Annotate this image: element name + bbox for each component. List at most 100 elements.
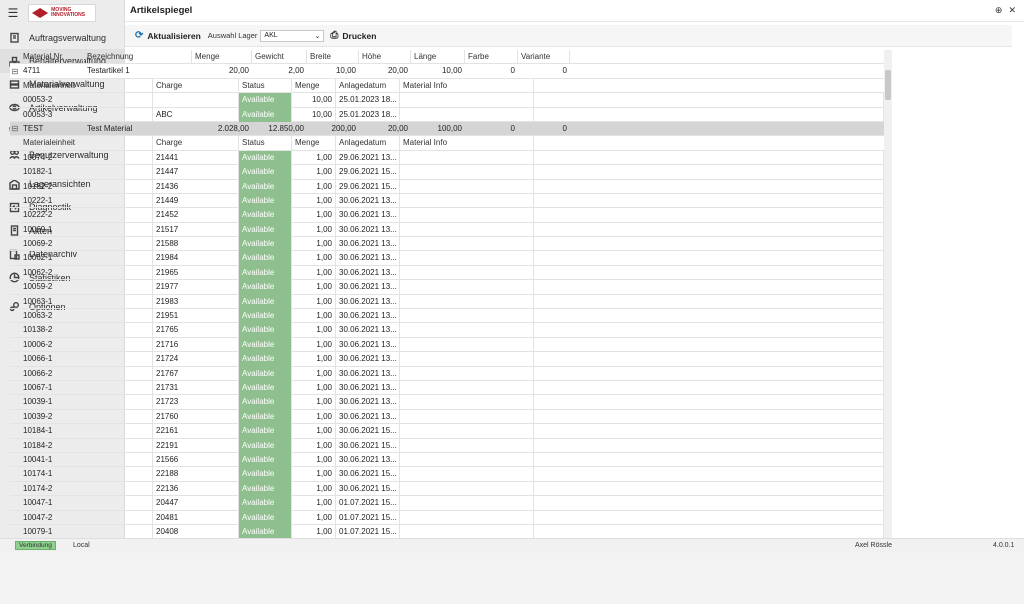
detail-row[interactable]: 10063-2 21951 Available 1,00 30.06.2021 13..… [10,309,884,324]
grid-cell: 12.850,00 [268,123,304,133]
grid-cell: 21716 [153,337,239,353]
grid-cell: 21447 [153,165,239,180]
master-header-row: Material Nr. Bezeichnung Menge Gewicht Breit… [10,50,884,65]
grid-cell: 10182-2 [20,179,153,194]
grid-cell [400,179,534,194]
detail-row[interactable]: 10222-1 21449 Available 1,00 30.06.2021 13..… [10,193,884,209]
grid-cell: 30.06.2021 13... [336,208,400,223]
grid-cell [534,510,884,525]
refresh-button[interactable]: ⟳ Aktualisieren [135,30,201,41]
detail-row[interactable]: 10074-2 21441 Available 1,00 29.06.2021 13..… [10,150,884,166]
grid-cell: 10138-2 [20,323,153,338]
grid-cell: 30.06.2021 13... [336,337,400,353]
detail-row[interactable]: 10174-2 22136 Available 1,00 30.06.2021 15..… [10,481,884,497]
detail-row[interactable]: 10062-2 21965 Available 1,00 30.06.2021 13..… [10,265,884,281]
grid-cell: 1,00 [292,452,336,468]
pin-icon[interactable]: ⊕ [995,5,1003,16]
grid-cell [534,222,884,238]
detail-row[interactable]: 10069-1 21517 Available 1,00 30.06.2021 13..… [10,222,884,238]
column-header: Bezeichnung [84,50,192,65]
grid-cell: 1,00 [292,208,336,223]
detail-row[interactable]: 10182-2 21436 Available 1,00 29.06.2021 15..… [10,179,884,194]
detail-row[interactable]: 10138-2 21765 Available 1,00 30.06.2021 13..… [10,323,884,338]
grid-cell [534,179,884,194]
detail-row[interactable]: 10039-1 21723 Available 1,00 30.06.2021 13..… [10,395,884,410]
grid-cell [400,438,534,453]
grid-cell [400,380,534,396]
status-badge: Available [239,280,292,295]
hamburger-menu-icon[interactable]: ☰ [0,6,26,20]
grid-cell [534,193,884,209]
collapse-icon[interactable]: ⊟ [10,124,20,133]
column-header: Material Nr. [20,50,84,65]
column-header: Status [239,136,292,151]
grid-cell: 10047-1 [20,496,153,511]
vertical-scrollbar[interactable] [884,50,892,538]
sidebar-item-auftragsverwaltung[interactable]: Auftragsverwaltung [0,26,124,49]
user-name: Axel Rössle [855,542,892,549]
detail-row[interactable]: 10006-2 21716 Available 1,00 30.06.2021 13..… [10,337,884,353]
status-badge: Available [239,294,292,310]
detail-row[interactable]: 10184-1 22161 Available 1,00 30.06.2021 15..… [10,424,884,439]
grid-cell: 1,00 [292,380,336,396]
detail-row[interactable]: 10047-2 20481 Available 1,00 01.07.2021 15..… [10,510,884,525]
grid-cell [400,251,534,266]
grid-cell: 10063-2 [20,309,153,324]
status-badge: Available [239,409,292,425]
detail-header-row: Materialeinheit Charge Status Menge Anlageda… [10,136,884,151]
status-badge: Available [239,309,292,324]
column-header: Material Info [400,136,534,151]
grid-cell: 1,00 [292,251,336,266]
status-badge: Available [239,352,292,367]
grid-cell: 100,00 [437,123,462,133]
status-badge: Available [239,251,292,266]
detail-row[interactable]: 10039-2 21760 Available 1,00 30.06.2021 13..… [10,409,884,425]
detail-row[interactable]: 10059-2 21977 Available 1,00 30.06.2021 13..… [10,280,884,295]
detail-row[interactable]: 10184-2 22191 Available 1,00 30.06.2021 15..… [10,438,884,453]
grid-cell: 1,00 [292,237,336,252]
logo-text: MOVING INNOVATIONS [51,7,86,18]
detail-row[interactable]: 10174-1 22188 Available 1,00 30.06.2021 15..… [10,467,884,482]
scrollbar-thumb[interactable] [885,70,891,100]
detail-row[interactable]: 10063-1 21983 Available 1,00 30.06.2021 13..… [10,294,884,310]
detail-row[interactable]: 10066-1 21724 Available 1,00 30.06.2021 13..… [10,352,884,367]
grid-cell: 30.06.2021 13... [336,251,400,266]
status-badge: Available [239,93,292,108]
print-button[interactable]: ⎙ Drucken [330,30,376,41]
grid-cell: 10039-1 [20,395,153,410]
grid-cell: 30.06.2021 13... [336,222,400,238]
close-icon[interactable]: ✕ [1008,5,1016,16]
grid-cell [400,352,534,367]
detail-row[interactable]: 10066-2 21767 Available 1,00 30.06.2021 13..… [10,366,884,381]
grid-cell [400,366,534,381]
lager-select[interactable]: AKL ⌄ [260,29,325,42]
detail-row[interactable]: 10069-2 21588 Available 1,00 30.06.2021 13..… [10,237,884,252]
detail-row[interactable]: 10047-1 20447 Available 1,00 01.07.2021 15..… [10,496,884,511]
detail-row[interactable]: 10067-1 21731 Available 1,00 30.06.2021 13..… [10,380,884,396]
logo-mark [32,8,49,18]
master-row[interactable]: ›⊟TESTTest Material2.028,0012.850,00200,… [10,121,884,137]
grid-cell [400,265,534,281]
detail-row[interactable]: 10062-1 21984 Available 1,00 30.06.2021 13..… [10,251,884,266]
grid-cell [534,165,884,180]
detail-row[interactable]: 10079-1 20408 Available 1,00 01.07.2021 15..… [10,524,884,538]
detail-row[interactable]: 10182-1 21447 Available 1,00 29.06.2021 15..… [10,165,884,180]
status-badge: Available [239,323,292,338]
detail-row[interactable]: 00053-3 ABC Available 10,00 25.01.2023 18... [10,107,884,122]
grid-cell: 30.06.2021 13... [336,366,400,381]
detail-row[interactable]: 10041-1 21566 Available 1,00 30.06.2021 13..… [10,452,884,468]
master-row[interactable]: ⊟ 4711 Testartikel 1 20,00 2,00 10,00 20,00 10,… [10,64,884,79]
grid-cell [534,481,884,497]
status-badge: Available [239,165,292,180]
grid-cell: 10222-1 [20,193,153,209]
collapse-icon[interactable]: ⊟ [10,67,20,76]
grid-cell: 10069-2 [20,237,153,252]
detail-row[interactable]: 10222-2 21452 Available 1,00 30.06.2021 13..… [10,208,884,223]
status-badge: Available [239,438,292,453]
grid-cell: 1,00 [292,150,336,166]
detail-row[interactable]: 00053-2 Available 10,00 25.01.2023 18... [10,93,884,108]
grid-cell: 00053-2 [20,93,153,108]
status-badge: Available [239,265,292,281]
status-badge: Available [239,467,292,482]
grid-cell: 10041-1 [20,452,153,468]
